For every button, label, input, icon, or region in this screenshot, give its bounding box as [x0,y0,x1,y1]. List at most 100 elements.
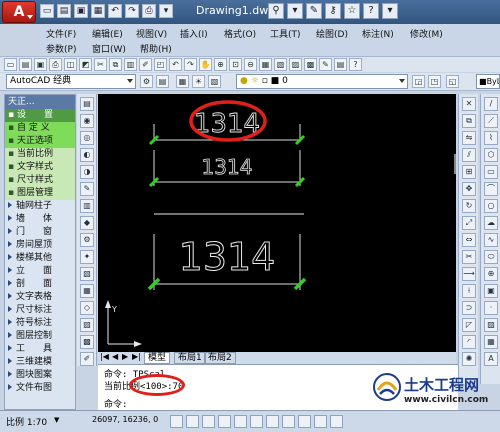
construction-line-icon[interactable]: ⟋ [484,114,498,128]
layers-icon[interactable]: ▤ [80,97,94,111]
star-icon[interactable]: ☆ [344,3,360,19]
menu-file[interactable]: 文件(F) [46,27,76,40]
menu-insert[interactable]: 插入(I) [180,27,208,40]
zoom-window-icon[interactable]: ⊡ [229,58,242,71]
grid-icon[interactable] [186,415,199,428]
workspace-select[interactable]: AutoCAD 经典 [6,74,136,89]
canvas-scroll-thumb[interactable] [454,154,456,174]
menu-window[interactable]: 窗口(W) [92,42,126,55]
preview-icon[interactable]: ◫ [64,58,77,71]
mtext-icon[interactable]: A [484,352,498,366]
tarch-menu-item[interactable]: 文件布图 [5,382,75,395]
tarch-menu-item[interactable]: ▪ 文字样式 [5,161,75,174]
annotation-scale[interactable]: 比例 1:70 [6,415,47,428]
quick-properties-icon[interactable] [314,415,327,428]
spline-icon[interactable]: ∿ [484,233,498,247]
gradient-icon[interactable]: ▦ [484,335,498,349]
menu-dimension[interactable]: 标注(N) [362,27,394,40]
layers-icon[interactable]: ▩ [80,335,94,349]
menu-view[interactable]: 视图(V) [136,27,167,40]
tarch-menu-item[interactable]: 轴网柱子 [5,200,75,213]
gear-icon[interactable]: ⚙ [140,75,153,88]
extend-icon[interactable]: ⟶ [462,267,476,281]
join-icon[interactable]: ⊃ [462,301,476,315]
gear-icon[interactable]: ⚙ [80,233,94,247]
block-editor-icon[interactable]: ◰ [154,58,167,71]
help-icon[interactable]: ? [363,3,379,19]
tarch-menu-item[interactable]: ▪ 尺寸样式 [5,174,75,187]
tarch-menu-item[interactable]: 尺寸标注 [5,304,75,317]
menu-modify[interactable]: 修改(M) [410,27,443,40]
otrack-icon[interactable] [250,415,263,428]
layer-properties-icon[interactable]: ▦ [176,75,189,88]
undo-icon[interactable]: ↶ [169,58,182,71]
trim-icon[interactable]: ✂ [462,250,476,264]
layers-icon[interactable]: ▧ [80,267,94,281]
sphere-icon[interactable]: ◉ [80,114,94,128]
palette-icon[interactable]: ◑ [80,165,94,179]
key-icon[interactable]: ⚷ [325,3,341,19]
insert-block-icon[interactable]: ⊕ [484,267,498,281]
layer-previous-icon[interactable]: ◳ [428,75,441,88]
break-icon[interactable]: ⟊ [462,284,476,298]
new-file-icon[interactable]: ▭ [40,4,54,18]
redo-icon[interactable]: ↷ [125,4,139,18]
cut-icon[interactable]: ✂ [94,58,107,71]
tarch-menu-item[interactable]: ▪ 天正选项 [5,135,75,148]
layer-select[interactable]: ● ☼ ▫ ■ 0 [236,74,408,89]
make-current-layer-icon[interactable]: ◲ [412,75,425,88]
tarch-menu-item[interactable]: 立 面 [5,265,75,278]
rectangle-icon[interactable]: ▭ [484,165,498,179]
ortho-icon[interactable] [202,415,215,428]
tarch-menu-item[interactable]: 房间屋顶 [5,239,75,252]
tarch-menu-item[interactable]: ▪ 设 置 [5,109,75,122]
properties-icon[interactable]: ▦ [259,58,272,71]
menu-draw[interactable]: 绘图(D) [316,27,348,40]
save-icon[interactable]: ▣ [34,58,47,71]
revcloud-icon[interactable]: ☁ [484,216,498,230]
explode-icon[interactable]: ✺ [462,352,476,366]
chevron-down-icon[interactable]: ▼ [54,416,59,424]
pan-icon[interactable]: ✋ [199,58,212,71]
calculator-icon[interactable]: ▤ [334,58,347,71]
lineweight-icon[interactable] [298,415,311,428]
osnap-icon[interactable] [234,415,247,428]
line-icon[interactable]: / [484,97,498,111]
zoom-realtime-icon[interactable]: ⊕ [214,58,227,71]
save-icon[interactable]: ▣ [74,4,88,18]
redo-icon[interactable]: ↷ [184,58,197,71]
hatch-icon[interactable]: ▨ [484,318,498,332]
polygon-icon[interactable]: ⬡ [484,148,498,162]
mirror-icon[interactable]: ⇋ [462,131,476,145]
layer-iso-icon[interactable]: ◱ [446,75,459,88]
move-icon[interactable]: ✥ [462,182,476,196]
array-icon[interactable]: ⊞ [462,165,476,179]
settings-icon[interactable]: ✦ [80,250,94,264]
tarch-menu-item[interactable]: 符号标注 [5,317,75,330]
command-input-line[interactable]: 命令: [104,397,127,410]
polyline-icon[interactable]: ⌇ [484,131,498,145]
scale-icon[interactable]: ⤢ [462,216,476,230]
pencil-icon[interactable]: ✎ [80,182,94,196]
paste-icon[interactable]: ▥ [124,58,137,71]
copy-icon[interactable]: ⧉ [109,58,122,71]
tarch-menu-item[interactable]: 文字表格 [5,291,75,304]
fillet-icon[interactable]: ◜ [462,335,476,349]
wrench-icon[interactable]: ✎ [306,3,322,19]
cube-icon[interactable]: ◇ [80,301,94,315]
pen-icon[interactable]: ✐ [80,352,94,366]
tarch-menu-item[interactable]: 图层控制 [5,330,75,343]
globe-icon[interactable]: ◐ [80,148,94,162]
tarch-menu-item[interactable]: 墙 体 [5,213,75,226]
dyn-icon[interactable] [282,415,295,428]
dropdown-icon[interactable]: ▾ [159,4,173,18]
layers-icon[interactable]: ▥ [80,199,94,213]
polar-icon[interactable] [218,415,231,428]
new-icon[interactable]: ▭ [4,58,17,71]
tab-nav-next-icon[interactable]: ▶ [122,352,128,361]
dropdown-icon[interactable]: ▾ [382,3,398,19]
stack-icon[interactable]: ▨ [80,318,94,332]
tab-nav-first-icon[interactable]: |◀ [100,352,109,361]
binoculars-icon[interactable]: ⚲ [268,3,284,19]
camera-icon[interactable]: ◎ [80,131,94,145]
